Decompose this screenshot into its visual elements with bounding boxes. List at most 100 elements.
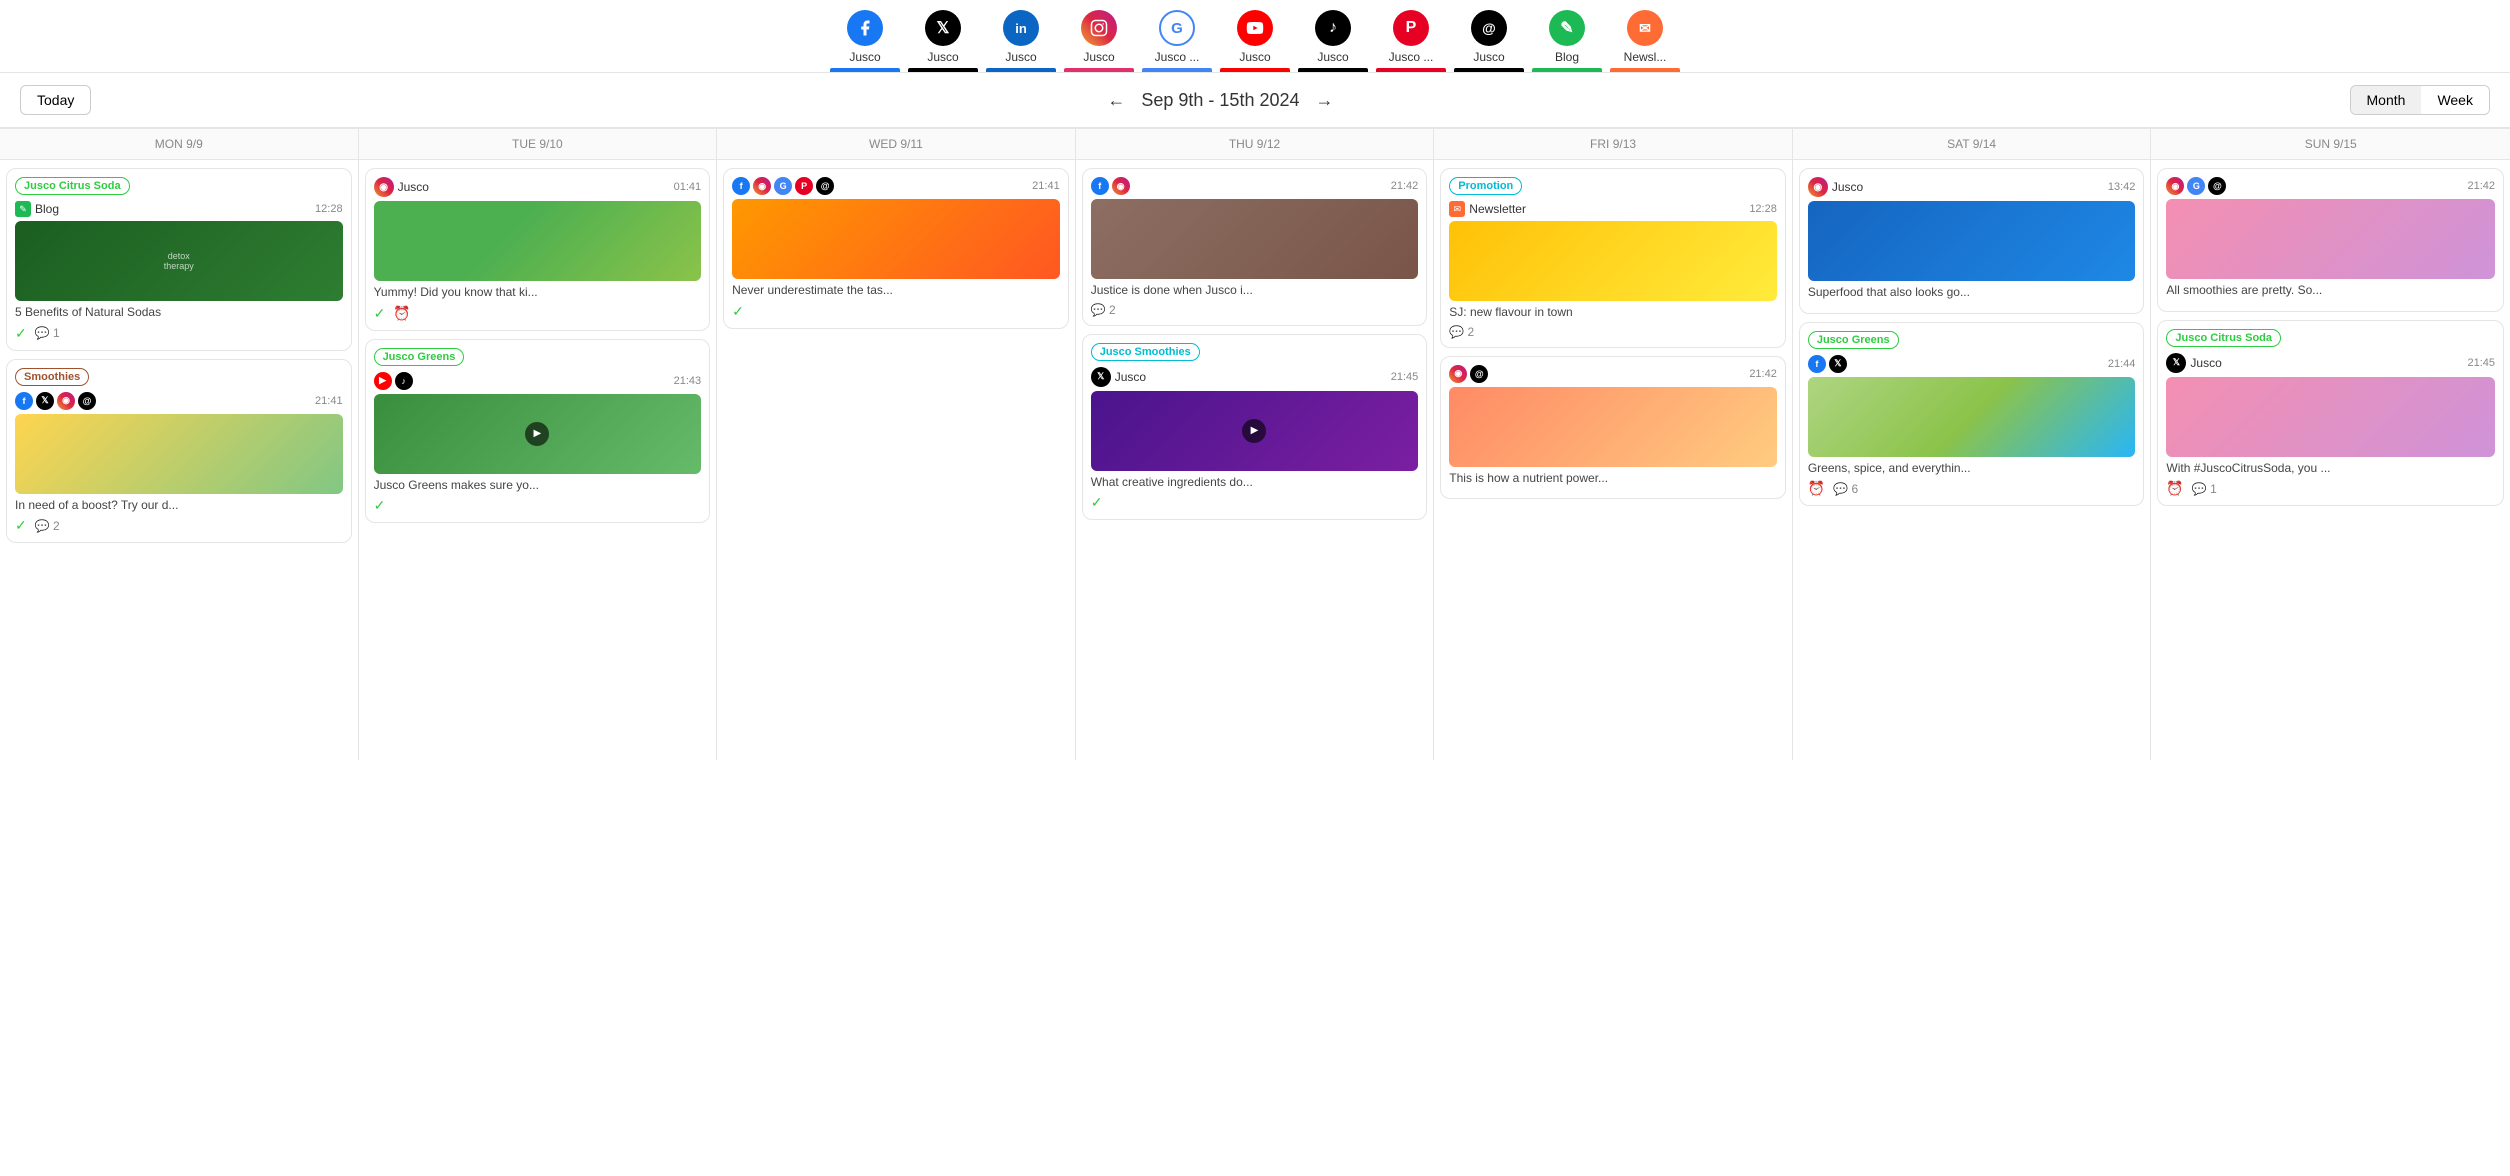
card-text: Justice is done when Jusco i... (1091, 283, 1419, 299)
nav-bar-linkedin (986, 68, 1056, 72)
card-thu-1[interactable]: f ◉ 21:42 Justice is done when Jusco i..… (1082, 168, 1428, 326)
card-footer: ✓ (1091, 494, 1419, 511)
nav-label-linkedin: Jusco (1005, 50, 1036, 64)
day-header-mon: MON 9/9 (0, 129, 359, 160)
check-icon: ✓ (374, 497, 386, 514)
week-view-button[interactable]: Week (2421, 86, 2489, 114)
card-image (15, 414, 343, 494)
instagram-social-icon: ◉ (753, 177, 771, 195)
card-time: 21:44 (2108, 358, 2136, 370)
nav-item-pinterest[interactable]: P Jusco ... (1376, 10, 1446, 72)
day-col-fri: Promotion ✉ Newsletter 12:28 SJ: new fla… (1434, 160, 1793, 760)
instagram-icon: ◉ (374, 177, 394, 197)
card-tag-greens: Jusco Greens (374, 348, 465, 366)
nav-bar-twitter (908, 68, 978, 72)
blog-icon: ✎ (1549, 10, 1585, 46)
top-nav: Jusco 𝕏 Jusco in Jusco Jusco G Jusco ...… (0, 0, 2510, 73)
nav-bar-tiktok (1298, 68, 1368, 72)
pinterest-social-icon: P (795, 177, 813, 195)
card-social-icons: ◉ @ (1449, 365, 1488, 383)
facebook-social-icon: f (732, 177, 750, 195)
newsletter-icon: ✉ (1627, 10, 1663, 46)
card-tue-1[interactable]: ◉ Jusco 01:41 Yummy! Did you know that k… (365, 168, 711, 331)
youtube-icon (1237, 10, 1273, 46)
tiktok-social-icon: ♪ (395, 372, 413, 390)
card-image (374, 201, 702, 281)
check-icon: ✓ (1091, 494, 1103, 511)
day-header-tue: TUE 9/10 (359, 129, 718, 160)
card-tue-2[interactable]: Jusco Greens ▶ ♪ 21:43 ▶ Jusco Greens ma… (365, 339, 711, 524)
card-tag-greens: Jusco Greens (1808, 331, 1899, 349)
card-social-icons: ◉ G @ (2166, 177, 2226, 195)
card-time: 12:28 (1749, 203, 1777, 215)
nav-item-tiktok[interactable]: ♪ Jusco (1298, 10, 1368, 72)
card-sun-2[interactable]: Jusco Citrus Soda 𝕏 Jusco 21:45 With #Ju… (2157, 320, 2504, 507)
card-text: Yummy! Did you know that ki... (374, 285, 702, 301)
card-text: What creative ingredients do... (1091, 475, 1419, 491)
card-image (2166, 377, 2495, 457)
card-footer: ✓ 💬 1 (15, 325, 343, 342)
card-footer: 💬 2 (1449, 325, 1777, 339)
card-image (1808, 201, 2136, 281)
today-button[interactable]: Today (20, 85, 91, 115)
comment-icon: 💬 6 (1833, 482, 1858, 496)
pinterest-icon: P (1393, 10, 1429, 46)
nav-label-youtube: Jusco (1239, 50, 1270, 64)
card-text: All smoothies are pretty. So... (2166, 283, 2495, 299)
facebook-social-icon: f (1808, 355, 1826, 373)
check-icon: ✓ (15, 517, 27, 534)
instagram-social-icon: ◉ (1112, 177, 1130, 195)
google-icon: G (1159, 10, 1195, 46)
nav-item-twitter[interactable]: 𝕏 Jusco (908, 10, 978, 72)
google-social-icon: G (2187, 177, 2205, 195)
facebook-social-icon: f (15, 392, 33, 410)
calendar-header: Today ← Sep 9th - 15th 2024 → Month Week (0, 73, 2510, 128)
card-image: ▶ (1091, 391, 1419, 471)
card-time: 01:41 (674, 181, 702, 193)
comment-icon: 💬 2 (35, 519, 60, 533)
card-text: SJ: new flavour in town (1449, 305, 1777, 321)
prev-arrow[interactable]: ← (1107, 90, 1125, 111)
nav-item-youtube[interactable]: Jusco (1220, 10, 1290, 72)
day-header-fri: FRI 9/13 (1434, 129, 1793, 160)
nav-label-facebook: Jusco (849, 50, 880, 64)
nav-item-instagram[interactable]: Jusco (1064, 10, 1134, 72)
check-icon: ✓ (374, 305, 386, 322)
card-wed-1[interactable]: f ◉ G P @ 21:41 Never underestimate the … (723, 168, 1069, 329)
day-header-sat: SAT 9/14 (1793, 129, 2152, 160)
calendar-body: Jusco Citrus Soda ✎ Blog 12:28 detoxther… (0, 160, 2510, 760)
nav-item-linkedin[interactable]: in Jusco (986, 10, 1056, 72)
nav-bar-blog (1532, 68, 1602, 72)
nav-item-blog[interactable]: ✎ Blog (1532, 10, 1602, 72)
instagram-social-icon: ◉ (1808, 177, 1828, 197)
card-sun-1[interactable]: ◉ G @ 21:42 All smoothies are pretty. So… (2157, 168, 2504, 312)
card-thu-2[interactable]: Jusco Smoothies 𝕏 Jusco 21:45 ▶ What cre… (1082, 334, 1428, 521)
nav-item-newsletter[interactable]: ✉ Newsl... (1610, 10, 1680, 72)
day-col-thu: f ◉ 21:42 Justice is done when Jusco i..… (1076, 160, 1435, 760)
instagram-icon (1081, 10, 1117, 46)
card-time: 21:42 (1391, 180, 1419, 192)
date-range: Sep 9th - 15th 2024 (1141, 90, 1299, 111)
card-sat-2[interactable]: Jusco Greens f 𝕏 21:44 Greens, spice, an… (1799, 322, 2145, 507)
nav-item-facebook[interactable]: Jusco (830, 10, 900, 72)
comment-icon: 💬 1 (35, 326, 60, 340)
view-toggle: Month Week (2350, 85, 2490, 115)
nav-label-instagram: Jusco (1083, 50, 1114, 64)
check-icon: ✓ (15, 325, 27, 342)
day-header-wed: WED 9/11 (717, 129, 1076, 160)
threads-social-icon: @ (1470, 365, 1488, 383)
day-headers: MON 9/9 TUE 9/10 WED 9/11 THU 9/12 FRI 9… (0, 128, 2510, 160)
card-fri-2[interactable]: ◉ @ 21:42 This is how a nutrient power..… (1440, 356, 1786, 500)
card-footer: ⏰ 💬 6 (1808, 480, 2136, 497)
nav-item-google[interactable]: G Jusco ... (1142, 10, 1212, 72)
card-sat-1[interactable]: ◉ Jusco 13:42 Superfood that also looks … (1799, 168, 2145, 314)
nav-label-tiktok: Jusco (1317, 50, 1348, 64)
nav-bar-threads (1454, 68, 1524, 72)
card-mon-2[interactable]: Smoothies f 𝕏 ◉ @ 21:41 In need of a boo… (6, 359, 352, 544)
card-fri-1[interactable]: Promotion ✉ Newsletter 12:28 SJ: new fla… (1440, 168, 1786, 348)
month-view-button[interactable]: Month (2351, 86, 2422, 114)
card-mon-1[interactable]: Jusco Citrus Soda ✎ Blog 12:28 detoxther… (6, 168, 352, 351)
twitter-social-icon: 𝕏 (1829, 355, 1847, 373)
nav-item-threads[interactable]: @ Jusco (1454, 10, 1524, 72)
next-arrow[interactable]: → (1316, 90, 1334, 111)
